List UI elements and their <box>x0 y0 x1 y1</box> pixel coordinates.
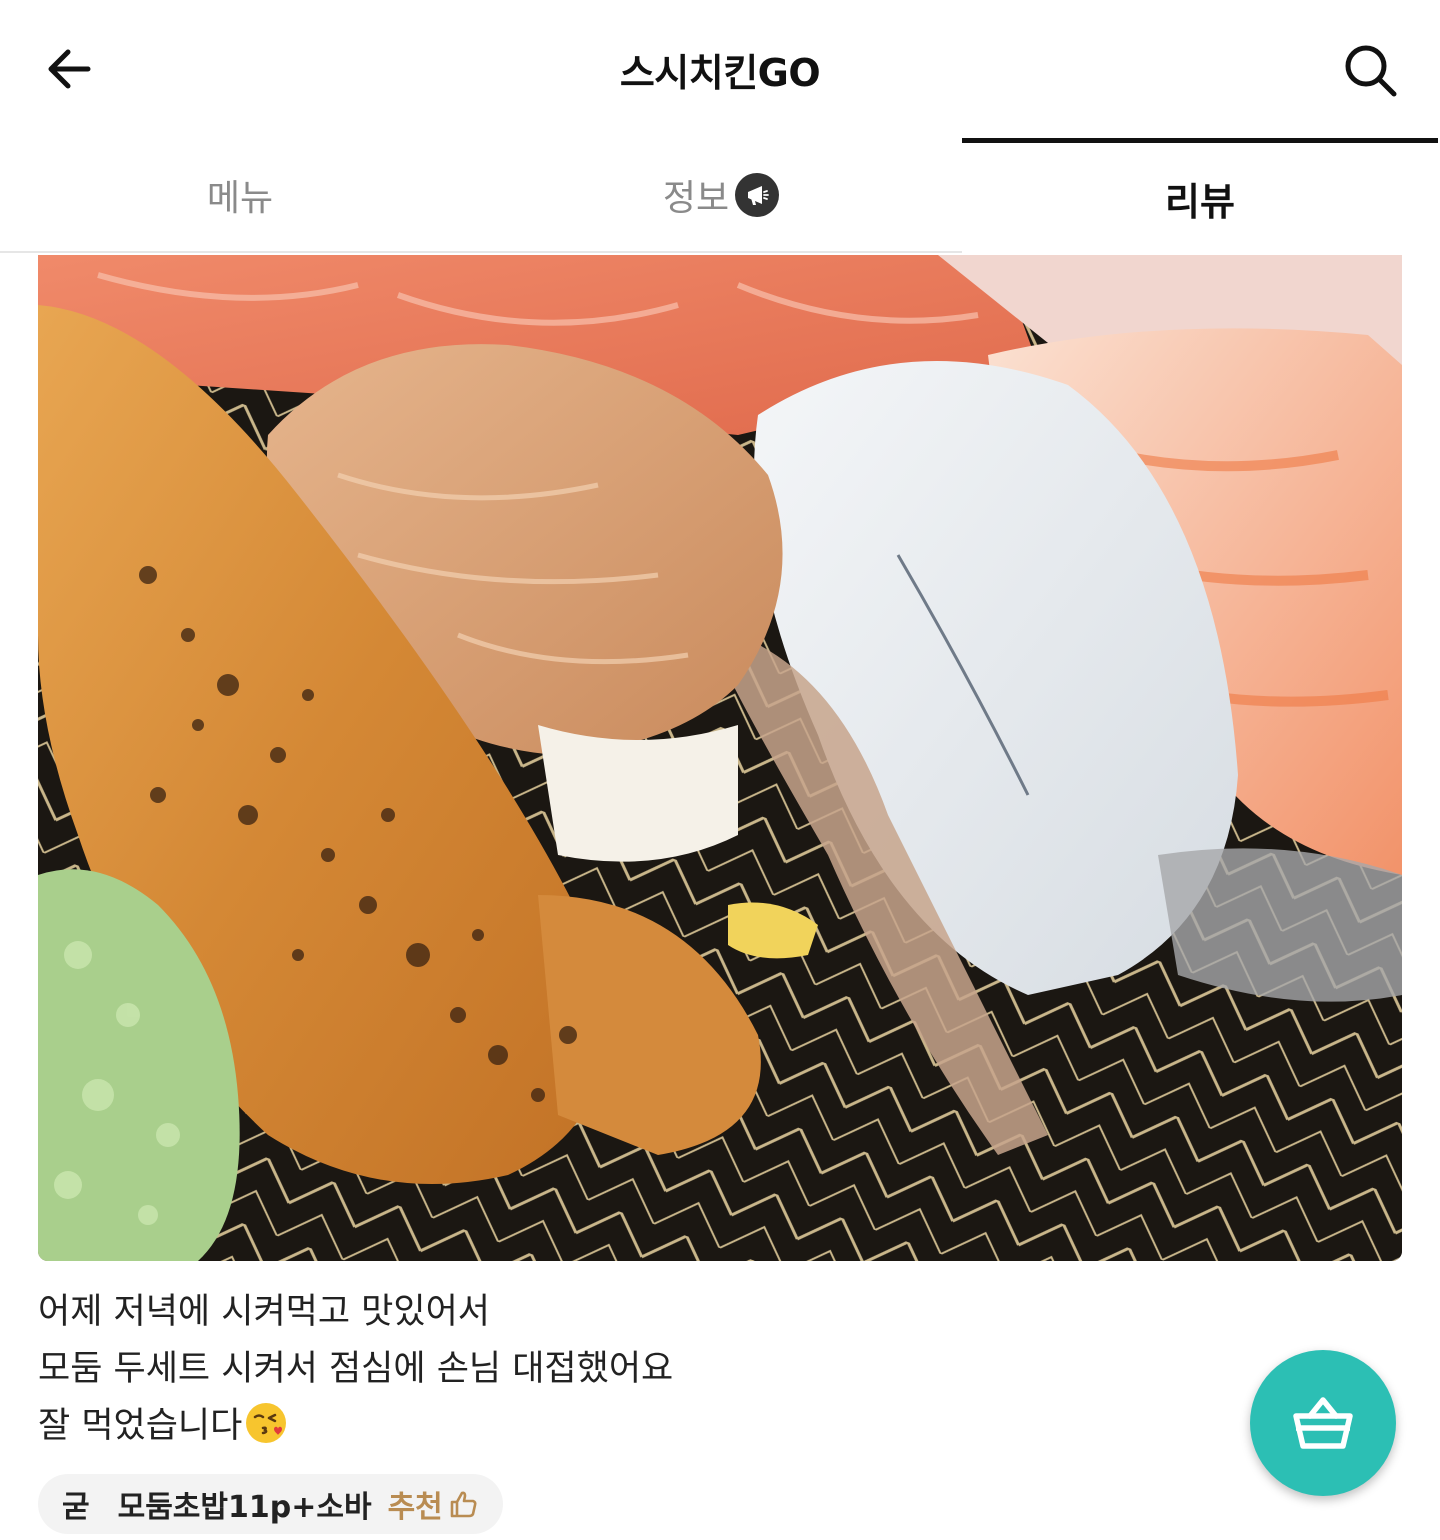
search-icon <box>1345 45 1397 97</box>
review-line: 잘 먹었습니다 <box>38 1406 243 1446</box>
search-button[interactable] <box>1338 38 1402 102</box>
thumbs-up-icon <box>450 1491 477 1518</box>
megaphone-icon <box>735 172 780 217</box>
recommend-badge: 추천 <box>388 1482 479 1526</box>
tab-review[interactable]: 리뷰 <box>962 138 1438 253</box>
tab-info-label: 정보 <box>662 177 730 219</box>
tab-menu-label: 메뉴 <box>206 177 274 219</box>
review-text: 어제 저녁에 시켜먹고 맛있어서 모둠 두세트 시켜서 점심에 손님 대접했어요… <box>38 1284 1188 1455</box>
app-header: 스시치킨GO <box>0 0 1440 138</box>
sushi-photo-image <box>38 255 1402 1261</box>
order-item-name: 모둠초밥11p+소바 <box>117 1490 372 1525</box>
review-line-last: 잘 먹었습니다 <box>38 1398 1188 1455</box>
recommend-label: 추천 <box>387 1490 443 1525</box>
tab-review-label: 리뷰 <box>1165 179 1235 224</box>
cart-button[interactable] <box>1250 1350 1396 1496</box>
tab-info[interactable]: 정보 <box>480 138 962 253</box>
review-photo[interactable] <box>38 255 1402 1261</box>
page-title: 스시치킨GO <box>619 51 821 95</box>
review-line: 어제 저녁에 시켜먹고 맛있어서 <box>38 1292 490 1332</box>
kiss-emoji-icon <box>244 1401 288 1445</box>
review-line: 모둠 두세트 시켜서 점심에 손님 대접했어요 <box>38 1349 674 1389</box>
basket-icon <box>1293 1397 1353 1449</box>
tab-bar: 메뉴 정보 리뷰 <box>0 138 1440 253</box>
order-qualifier: 굳 <box>62 1490 90 1525</box>
tab-menu[interactable]: 메뉴 <box>0 138 480 253</box>
ordered-item-chip: 굳 모둠초밥11p+소바 추천 <box>38 1474 503 1534</box>
